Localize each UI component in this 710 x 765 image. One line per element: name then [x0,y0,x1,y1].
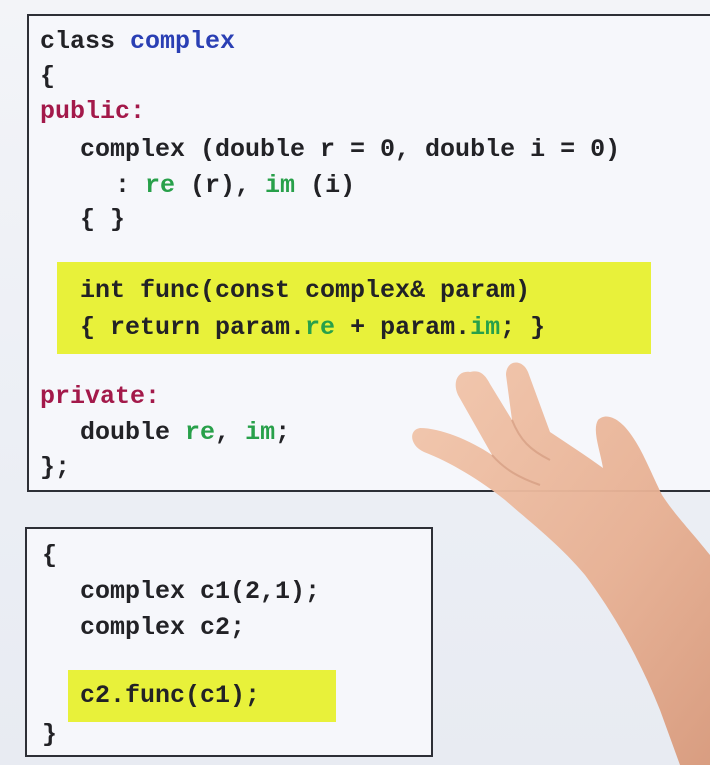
constructor-body: { } [80,205,126,234]
member-declaration-line: double re, im; [80,418,291,447]
member-im: im [265,171,296,200]
declaration-c1: complex c1(2,1); [80,577,321,606]
class-open-brace: { [40,62,56,91]
class-close-brace: }; [40,453,71,482]
usage-close-brace: } [42,720,58,749]
func-call-line: c2.func(c1); [80,681,261,710]
member-re: re [305,313,336,342]
initializer-line: : re (r), im (i) [115,171,356,200]
class-header-line: class complex [40,27,235,57]
class-name: complex [130,27,236,56]
func-body-line: { return param.re + param.im; } [80,313,546,342]
func-signature-line: int func(const complex& param) [80,276,531,305]
private-label: private: [40,382,161,411]
class-keyword: class [40,27,116,56]
slide-background: class complex { public: complex (double … [0,0,710,765]
declaration-c2: complex c2; [80,613,246,642]
member-im: im [470,313,501,342]
constructor-line: complex (double r = 0, double i = 0) [80,135,621,164]
public-label: public: [40,97,146,126]
member-re: re [145,171,176,200]
member-im: im [245,418,276,447]
usage-open-brace: { [42,541,58,570]
member-re: re [185,418,216,447]
